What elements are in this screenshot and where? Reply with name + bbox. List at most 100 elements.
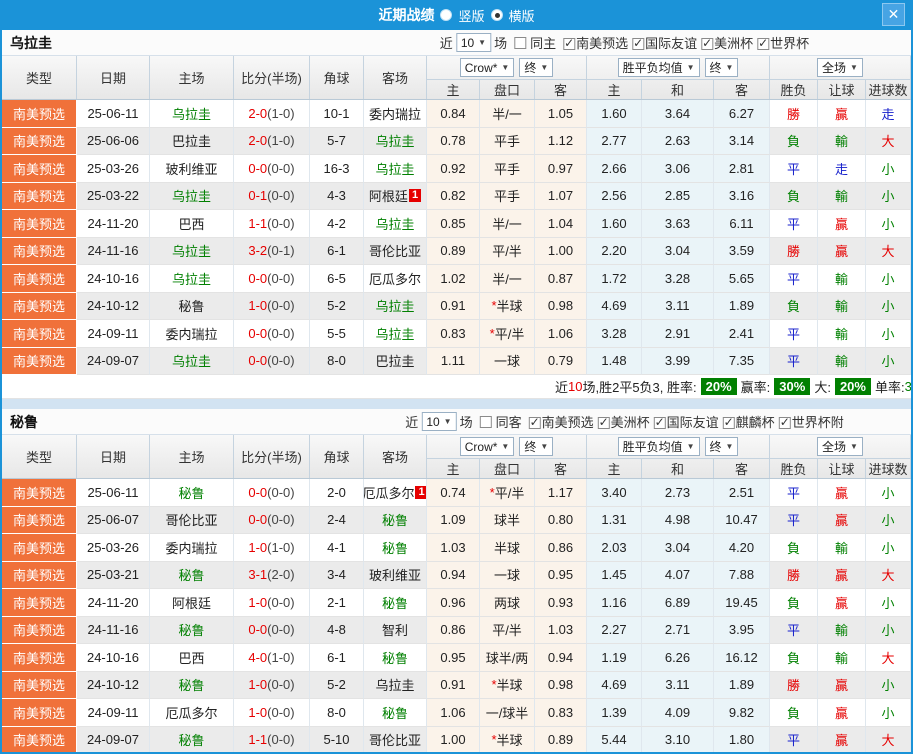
same-venue-checkbox[interactable]: [479, 415, 492, 428]
away-team-cell: 哥伦比亚: [364, 726, 427, 754]
handicap-result-cell: 贏: [818, 506, 866, 534]
table-row: 南美预选 24-10-12 秘鲁 1-0 (0-0) 5-2 乌拉圭 0.91 *…: [2, 671, 911, 699]
competition-checkbox[interactable]: [563, 36, 576, 50]
win-odds-cell: 4.69: [587, 292, 642, 320]
win-odds-cell: 2.20: [587, 237, 642, 265]
bookmaker-select[interactable]: Crow* ▼: [459, 437, 515, 456]
competition-label[interactable]: 麒麟杯: [736, 415, 775, 430]
match-count-select[interactable]: 10 ▼: [455, 33, 492, 52]
subcol-result: 胜负: [770, 80, 818, 99]
goals-result-cell: 小: [866, 155, 911, 183]
home-handicap-odds-cell: 1.06: [427, 699, 480, 727]
competition-checkbox[interactable]: [701, 36, 714, 50]
same-venue-label[interactable]: 同主: [530, 33, 556, 52]
final-odds-select-asia[interactable]: 终 ▼: [519, 437, 554, 456]
corner-cell: 16-3: [310, 155, 364, 183]
competition-checkbox[interactable]: [722, 415, 735, 429]
scope-select[interactable]: 全场 ▼: [817, 58, 863, 77]
draw-odds-cell: 4.98: [642, 506, 714, 534]
away-handicap-odds-cell: 1.03: [535, 616, 587, 644]
home-team-name: 委内瑞拉: [165, 540, 218, 556]
draw-odds-cell: 2.63: [642, 127, 714, 155]
summary-text: 30%: [904, 379, 912, 394]
competition-checkbox[interactable]: [632, 36, 645, 50]
competition-checkbox[interactable]: [757, 36, 770, 50]
full-time-score: 0-1: [248, 188, 268, 204]
away-team-name: 秘鲁: [381, 650, 408, 666]
same-venue-checkbox[interactable]: [514, 36, 527, 49]
competition-checkbox[interactable]: [597, 415, 610, 429]
result-cell: 勝: [770, 561, 818, 589]
handicap-result-cell: 贏: [818, 699, 866, 727]
vertical-layout-radio[interactable]: [440, 9, 453, 21]
competition-checkbox[interactable]: [778, 415, 791, 429]
subcol-win: 主: [587, 80, 642, 99]
match-type-cell: 南美预选: [2, 210, 77, 238]
date-cell: 24-09-11: [77, 699, 150, 727]
close-button[interactable]: ✕: [882, 3, 905, 26]
result-cell: 負: [770, 644, 818, 672]
rate-badge: 30%: [774, 378, 811, 395]
final-odds-select-euro[interactable]: 终 ▼: [704, 437, 739, 456]
subcol-draw: 和: [642, 459, 714, 478]
away-team-cell: 乌拉圭: [364, 127, 427, 155]
competition-label[interactable]: 国际友谊: [645, 36, 697, 51]
chevron-down-icon: ▼: [443, 417, 452, 426]
scope-select[interactable]: 全场 ▼: [817, 437, 863, 456]
score-cell: 0-0 (0-0): [234, 616, 310, 644]
competition-label[interactable]: 南美预选: [576, 36, 628, 51]
handicap-name: 平/半: [494, 485, 525, 501]
competition-label[interactable]: 南美预选: [542, 415, 594, 430]
draw-odds-cell: 3.10: [642, 726, 714, 754]
home-team-cell: 厄瓜多尔: [150, 699, 234, 727]
chevron-down-icon: ▼: [540, 63, 549, 72]
same-venue-label[interactable]: 同客: [496, 412, 522, 431]
vertical-layout-label[interactable]: 竖版: [458, 6, 484, 25]
full-time-score: 1-1: [248, 732, 268, 748]
handicap-name: 半球: [496, 678, 523, 694]
bookmaker-select[interactable]: Crow* ▼: [459, 58, 515, 77]
away-team-name: 乌拉圭: [375, 678, 415, 694]
win-odds-cell: 1.19: [587, 644, 642, 672]
lose-odds-cell: 6.11: [714, 210, 770, 238]
competition-checkbox[interactable]: [653, 415, 666, 429]
match-type-cell: 南美预选: [2, 320, 77, 348]
chevron-down-icon: ▼: [501, 63, 510, 72]
competition-label[interactable]: 世界杯附: [792, 415, 844, 430]
competition-label[interactable]: 国际友谊: [667, 415, 719, 430]
home-handicap-odds-cell: 1.03: [427, 534, 480, 562]
final-odds-select-euro[interactable]: 终 ▼: [704, 58, 739, 77]
full-time-score: 1-1: [248, 215, 268, 231]
competition-label[interactable]: 美洲杯: [714, 36, 753, 51]
avg-odds-select[interactable]: 胜平负均值 ▼: [617, 58, 700, 77]
away-team-cell: 秘鲁: [364, 699, 427, 727]
competition-label[interactable]: 世界杯: [770, 36, 809, 51]
away-team-name: 巴拉圭: [375, 354, 415, 370]
away-team-name: 秘鲁: [381, 513, 408, 529]
horizontal-layout-radio[interactable]: [490, 9, 503, 21]
chevron-down-icon: ▼: [725, 442, 734, 451]
avg-odds-select[interactable]: 胜平负均值 ▼: [617, 437, 700, 456]
score-cell: 0-0 (0-0): [234, 347, 310, 375]
home-handicap-odds-cell: 0.89: [427, 237, 480, 265]
handicap-cell: 平手: [480, 127, 535, 155]
result-cell: 平: [770, 155, 818, 183]
home-handicap-odds-cell: 1.00: [427, 726, 480, 754]
home-team-name: 厄瓜多尔: [165, 705, 218, 721]
match-count-select[interactable]: 10 ▼: [421, 412, 457, 431]
date-cell: 24-11-20: [77, 589, 150, 617]
competition-label[interactable]: 美洲杯: [611, 415, 650, 430]
handicap-name: 平/半: [492, 244, 522, 260]
horizontal-layout-label[interactable]: 横版: [509, 6, 535, 25]
date-cell: 24-10-16: [77, 644, 150, 672]
table-row: 南美预选 24-09-07 秘鲁 1-1 (0-0) 5-10 哥伦比亚 1.00…: [2, 726, 911, 754]
subcol-handicap-result: 让球: [818, 80, 866, 99]
away-handicap-odds-cell: 0.98: [535, 292, 587, 320]
home-handicap-odds-cell: 0.86: [427, 616, 480, 644]
games-label: 场: [494, 36, 508, 51]
final-odds-select-asia[interactable]: 终 ▼: [519, 58, 554, 77]
competition-checkbox[interactable]: [528, 415, 541, 429]
subcol-goals-result: 进球数: [866, 459, 911, 478]
handicap-result-cell: 贏: [818, 479, 866, 507]
away-team-cell: 秘鲁: [364, 589, 427, 617]
